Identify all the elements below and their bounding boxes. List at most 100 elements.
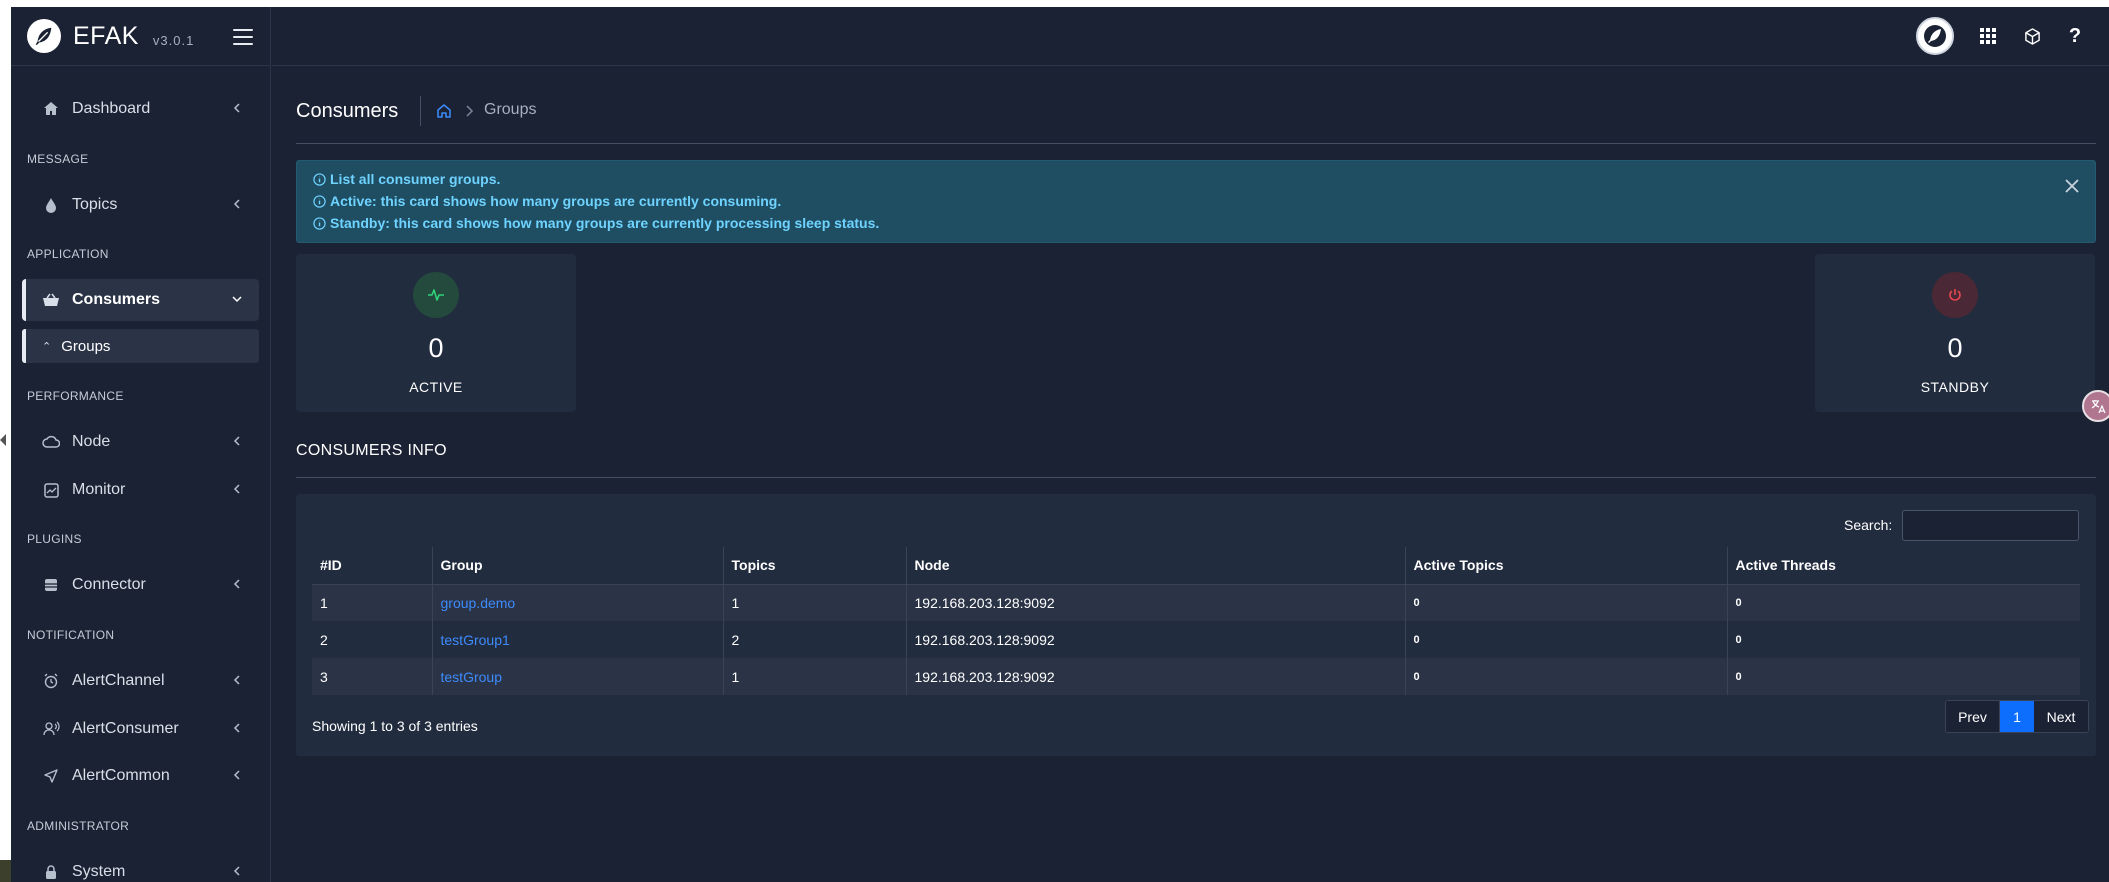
search-label: Search: <box>1844 517 1893 533</box>
column-header-group[interactable]: Group <box>432 547 724 585</box>
page-1-button[interactable]: 1 <box>2000 701 2034 732</box>
page-title: Consumers <box>296 100 399 122</box>
cell-active-threads: 0 <box>1727 658 2080 695</box>
active-card: 0 ACTIVE <box>296 254 576 412</box>
column-header-topics[interactable]: Topics <box>723 547 907 585</box>
active-label: ACTIVE <box>409 379 463 395</box>
column-header-id[interactable]: #ID <box>312 547 433 585</box>
section-administrator: ADMINISTRATOR <box>27 819 130 833</box>
section-notification: NOTIFICATION <box>27 628 115 642</box>
chevron-left-icon <box>233 770 240 780</box>
cell-id: 2 <box>312 621 433 658</box>
group-link[interactable]: testGroup1 <box>441 632 510 648</box>
sidebar-item-label: Dashboard <box>72 100 151 117</box>
activity-icon <box>413 272 459 318</box>
alert-text: Active: this card shows how many groups … <box>330 193 782 209</box>
sidebar-item-system[interactable]: System <box>22 851 259 882</box>
column-header-active-threads[interactable]: Active Threads <box>1727 547 2080 585</box>
column-header-node[interactable]: Node <box>906 547 1406 585</box>
search-input[interactable] <box>1902 510 2079 541</box>
sidebar-item-connector[interactable]: Connector <box>22 564 259 606</box>
user-signal-icon <box>42 720 60 738</box>
sidebar-item-label: Consumers <box>72 291 161 308</box>
cell-id: 3 <box>312 658 433 695</box>
section-message: MESSAGE <box>27 152 89 166</box>
chart-box-icon <box>42 481 60 499</box>
cell-active-threads: 0 <box>1727 584 2080 621</box>
sidebar-item-monitor[interactable]: Monitor <box>22 469 259 511</box>
cell-active-topics: 0 <box>1405 584 1728 621</box>
cell-group: testGroup1 <box>432 621 724 658</box>
window-edge <box>0 0 11 882</box>
sidebar-item-dashboard[interactable]: Dashboard <box>22 88 259 130</box>
alert-text: List all consumer groups. <box>330 171 501 187</box>
brand-name: EFAK <box>73 21 139 50</box>
section-application: APPLICATION <box>27 247 109 261</box>
info-circle-icon <box>313 216 326 230</box>
avatar-icon[interactable] <box>1916 17 1954 55</box>
main-content: Consumers Groups List all consumer group… <box>296 66 2096 882</box>
alert-text: Standby: this card shows how many groups… <box>330 215 880 231</box>
cell-node: 192.168.203.128:9092 <box>906 621 1406 658</box>
breadcrumb-current: Groups <box>484 101 537 118</box>
cell-group: testGroup <box>432 658 724 695</box>
brand-logo-icon[interactable] <box>27 19 61 53</box>
cube-icon[interactable] <box>2019 23 2045 49</box>
sidebar-item-label: Connector <box>72 576 146 593</box>
basket-icon <box>42 291 60 309</box>
chevron-left-icon <box>233 675 240 685</box>
sidebar-item-alertchannel[interactable]: AlertChannel <box>22 660 259 702</box>
sidebar-item-label: Topics <box>72 196 118 213</box>
sidebar-item-groups[interactable]: ⌃ Groups <box>22 329 259 363</box>
edge-block <box>0 860 11 882</box>
database-icon <box>42 576 60 594</box>
standby-card: 0 STANDBY <box>1815 254 2095 412</box>
cell-active-threads: 0 <box>1727 621 2080 658</box>
sidebar-item-topics[interactable]: Topics <box>22 184 259 226</box>
cell-topics: 1 <box>723 584 907 621</box>
home-icon <box>42 100 60 118</box>
collapse-arrow-icon[interactable] <box>0 434 6 446</box>
droplet-icon <box>42 196 60 214</box>
sidebar-item-alertconsumer[interactable]: AlertConsumer <box>22 708 259 750</box>
section-plugins: PLUGINS <box>27 532 82 546</box>
sidebar-item-label: AlertChannel <box>72 672 165 689</box>
prev-page-button[interactable]: Prev <box>1946 701 2000 732</box>
power-icon <box>1932 272 1978 318</box>
send-icon <box>42 767 60 785</box>
sidebar-item-label: AlertConsumer <box>72 720 179 737</box>
translate-icon[interactable] <box>2082 390 2109 422</box>
group-link[interactable]: testGroup <box>441 669 502 685</box>
page-header: Consumers Groups <box>296 66 2096 144</box>
cell-topics: 2 <box>723 621 907 658</box>
apps-grid-icon[interactable] <box>1975 23 2001 49</box>
alert-line: Standby: this card shows how many groups… <box>313 215 879 231</box>
breadcrumb-separator-icon <box>466 105 474 117</box>
group-link[interactable]: group.demo <box>441 595 516 611</box>
close-icon[interactable] <box>2063 177 2081 195</box>
chevron-left-icon <box>233 484 240 494</box>
info-alert: List all consumer groups. Active: this c… <box>296 160 2096 243</box>
hamburger-menu-icon[interactable] <box>233 29 253 45</box>
section-performance: PERFORMANCE <box>27 389 124 403</box>
chevron-left-icon <box>233 866 240 876</box>
cell-id: 1 <box>312 584 433 621</box>
sidebar-item-node[interactable]: Node <box>22 421 259 463</box>
cell-active-topics: 0 <box>1405 658 1728 695</box>
chevron-left-icon <box>233 723 240 733</box>
header-divider <box>420 96 421 126</box>
chevron-left-icon <box>233 579 240 589</box>
sidebar-item-alertcommon[interactable]: AlertCommon <box>22 755 259 797</box>
column-header-active-topics[interactable]: Active Topics <box>1405 547 1728 585</box>
sidebar-item-consumers[interactable]: Consumers <box>22 279 259 321</box>
brand: EFAK v3.0.1 <box>11 7 270 66</box>
cell-active-topics: 0 <box>1405 621 1728 658</box>
breadcrumb-home-icon[interactable] <box>436 103 452 119</box>
lock-icon <box>42 863 60 881</box>
alarm-clock-icon <box>42 672 60 690</box>
help-icon[interactable]: ? <box>2062 23 2088 49</box>
chevron-left-icon <box>233 199 240 209</box>
next-page-button[interactable]: Next <box>2034 701 2088 732</box>
app-window: EFAK v3.0.1 Dashboard MESSAGE Topics APP… <box>11 7 2109 882</box>
chevron-left-icon <box>233 436 240 446</box>
